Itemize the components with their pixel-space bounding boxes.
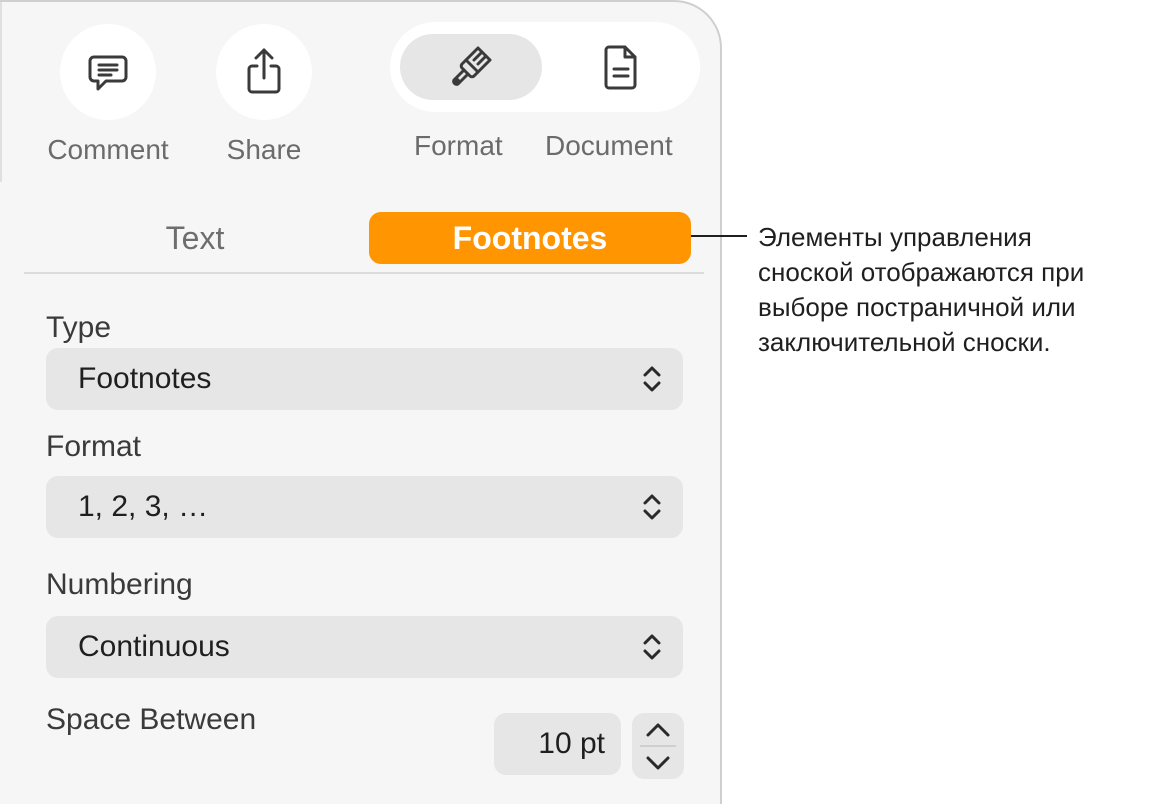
comment-button[interactable]: [60, 24, 156, 120]
paintbrush-icon: [452, 46, 492, 86]
document-icon: [604, 45, 637, 90]
numbering-popup[interactable]: Continuous: [46, 616, 683, 678]
stepper-down-button[interactable]: [632, 746, 684, 779]
callout-line: [691, 235, 747, 237]
format-field-label: Format: [46, 430, 142, 463]
type-popup[interactable]: Footnotes: [46, 348, 683, 410]
share-icon: [247, 48, 281, 94]
up-down-chevron-icon: [643, 366, 661, 392]
space-between-field[interactable]: 10 pt: [494, 713, 621, 775]
stepper-up-button[interactable]: [632, 713, 684, 746]
tab-footnotes[interactable]: Footnotes: [369, 212, 691, 264]
document-label: Document: [545, 130, 673, 161]
numbering-value: Continuous: [78, 630, 230, 663]
window-edge: [0, 2, 2, 182]
type-value: Footnotes: [78, 362, 212, 395]
format-button[interactable]: [446, 42, 496, 92]
up-down-chevron-icon: [643, 634, 661, 660]
up-down-chevron-icon: [643, 494, 661, 520]
comment-label: Comment: [47, 134, 169, 165]
chevron-down-icon: [646, 756, 670, 769]
chevron-up-icon: [646, 723, 670, 736]
format-value: 1, 2, 3, …: [78, 490, 209, 523]
format-popup[interactable]: 1, 2, 3, …: [46, 476, 683, 538]
share-tool[interactable]: Share: [200, 24, 328, 166]
callout-text: Элементы управления сноской отображаются…: [758, 222, 1085, 357]
space-between-label: Space Between: [46, 703, 257, 736]
format-label: Format: [414, 130, 503, 161]
tab-text[interactable]: Text: [60, 212, 330, 264]
space-between-stepper: [632, 713, 684, 779]
comment-icon: [88, 55, 128, 91]
document-button[interactable]: [596, 42, 646, 92]
share-button[interactable]: [216, 24, 312, 120]
format-inspector-panel: Comment Share Format Document Text Footn…: [0, 0, 722, 804]
share-label: Share: [226, 134, 302, 165]
numbering-label: Numbering: [46, 568, 193, 601]
comment-tool[interactable]: Comment: [42, 24, 174, 166]
type-label: Type: [46, 311, 112, 344]
tab-divider: [24, 272, 704, 274]
format-document-segmented-control: [390, 22, 700, 112]
